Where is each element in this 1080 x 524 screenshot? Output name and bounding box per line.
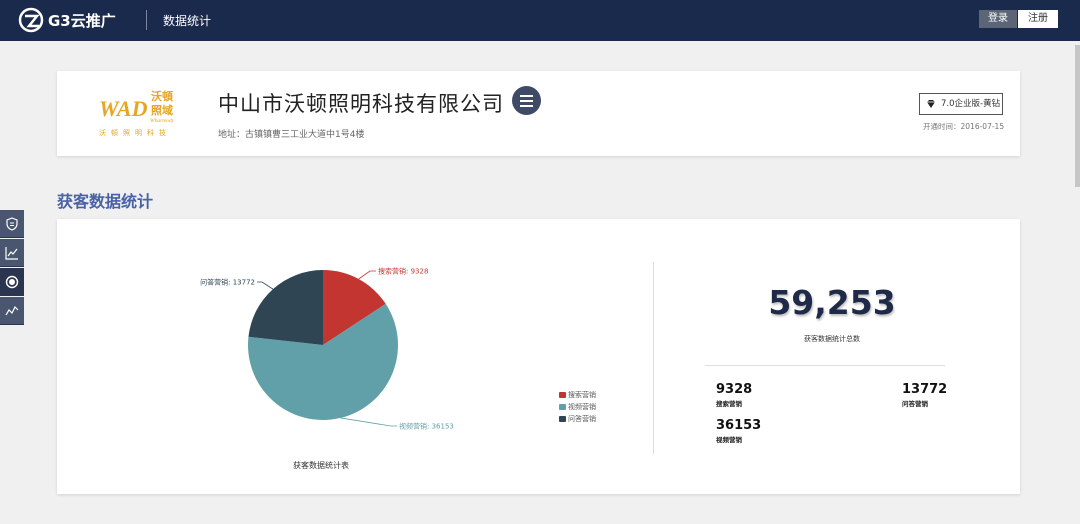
target-icon (5, 275, 19, 289)
company-logo: WAD 沃頓 照域 Wharteody 沃頓照明科技 (99, 89, 175, 137)
stat-value: 9328 (716, 382, 753, 397)
chart-caption: 获客数据统计表 (293, 461, 349, 470)
svg-text:沃頓: 沃頓 (151, 89, 173, 103)
stat-value: 36153 (716, 418, 762, 433)
legend-swatch (559, 416, 566, 422)
pie-label: 视频营销: 36153 (399, 422, 454, 431)
stat-qa: 13772 问答营销 (902, 382, 947, 408)
stats-card: 搜索营销: 9328 视频营销: 36153 问答营销: 13772 获客数据统计表… (57, 219, 1020, 494)
line-chart-icon (5, 247, 18, 260)
pie-label-line (340, 417, 397, 427)
stat-video: 36153 视频营销 (716, 418, 761, 444)
version-label: 7.0企业版-黄钻 (941, 99, 1001, 109)
stat-value: 13772 (902, 382, 948, 397)
top-navbar: G3云推广 数据统计 登录 注册 (0, 0, 1080, 41)
pie-label: 搜索营销: 9328 (378, 267, 428, 276)
total-count: 59,253 (768, 283, 896, 322)
vertical-divider (653, 262, 654, 454)
total-label: 获客数据统计总数 (804, 335, 860, 343)
page-scrollbar[interactable] (1075, 45, 1080, 187)
pie-chart: 搜索营销: 9328 视频营销: 36153 问答营销: 13772 (200, 267, 454, 431)
pie-label-line (358, 270, 376, 280)
stat-label: 视频营销 (716, 436, 742, 444)
legend-swatch (559, 404, 566, 410)
company-card: WAD 沃頓 照域 Wharteody 沃頓照明科技 中山市沃顿照明科技有限公司… (57, 71, 1020, 156)
register-button[interactable]: 注册 (1018, 10, 1058, 28)
navbar-divider (146, 10, 147, 30)
sidebar-tab-chart[interactable] (0, 239, 24, 267)
brand-mark-icon (18, 7, 44, 33)
page-title: 数据统计 (163, 14, 212, 28)
svg-text:Wharteody: Wharteody (150, 118, 175, 124)
horizontal-divider (705, 365, 945, 366)
pie-slice[interactable] (248, 270, 323, 345)
version-badge[interactable]: 7.0企业版-黄钻 (919, 93, 1003, 115)
section-title: 获客数据统计 (57, 192, 154, 211)
svg-text:照域: 照域 (151, 103, 173, 117)
login-button[interactable]: 登录 (979, 10, 1017, 28)
sidebar-tab-overview[interactable] (0, 210, 24, 238)
company-address: 地址：古镇镇曹三工业大道中1号4楼 (218, 130, 365, 140)
brand-name: G3云推广 (48, 11, 116, 30)
company-name: 中山市沃顿照明科技有限公司 (218, 92, 504, 116)
svg-text:沃頓照明科技: 沃頓照明科技 (99, 128, 171, 137)
brand-logo[interactable]: G3云推广 (18, 7, 116, 33)
legend-swatch (559, 392, 566, 398)
sidebar-tab-stats[interactable] (0, 268, 24, 296)
shield-icon (6, 217, 18, 231)
svg-text:WAD: WAD (99, 96, 148, 121)
diamond-icon (927, 100, 935, 108)
pie-label: 问答营销: 13772 (200, 278, 255, 287)
stat-label: 搜索营销 (716, 400, 742, 408)
stat-label: 问答营销 (902, 400, 928, 408)
sidebar-tab-trend[interactable] (0, 297, 24, 325)
open-date: 开通时间：2016-07-15 (923, 122, 1005, 131)
trend-icon (5, 305, 19, 316)
menu-button[interactable] (512, 86, 541, 115)
pie-label-line (257, 281, 274, 290)
stat-search: 9328 搜索营销 (716, 382, 752, 408)
hamburger-icon (520, 95, 533, 97)
